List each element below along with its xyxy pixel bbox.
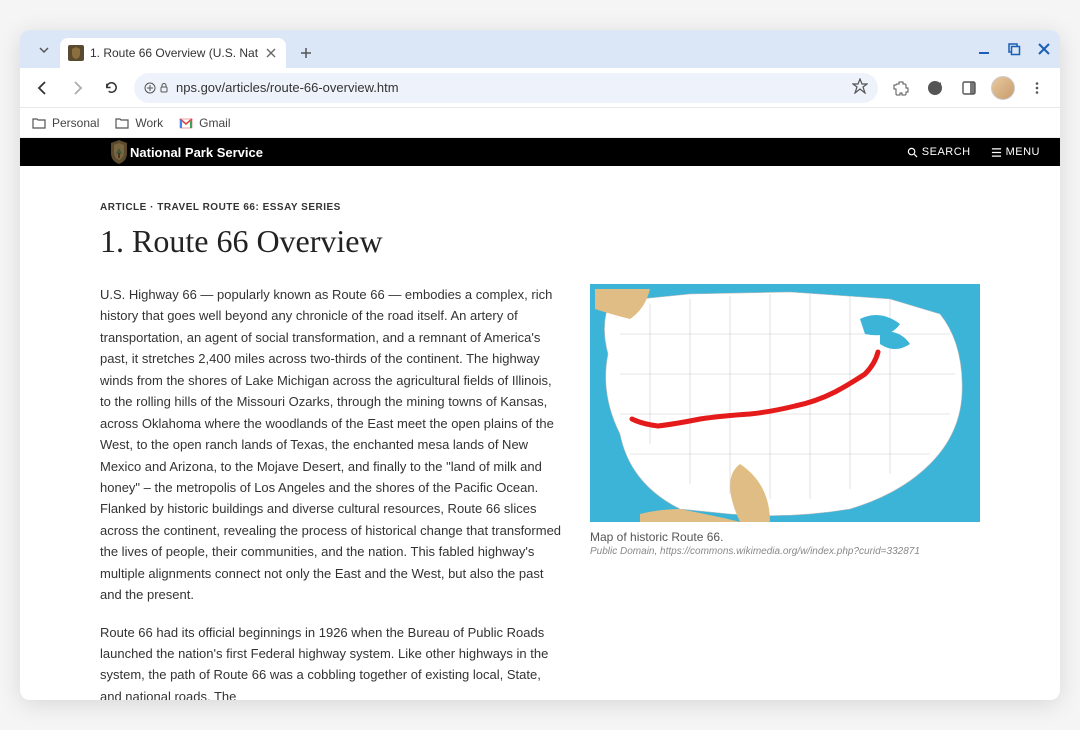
bookmark-folder-personal[interactable]: Personal [32,116,99,130]
nps-favicon [68,45,84,61]
map-credit: Public Domain, https://commons.wikimedia… [590,546,980,557]
hamburger-icon [991,147,1002,158]
tab-title: 1. Route 66 Overview (U.S. Nat [90,46,258,60]
bookmark-label: Gmail [199,116,230,130]
bookmark-folder-work[interactable]: Work [115,116,163,130]
page-title: 1. Route 66 Overview [100,223,980,260]
bookmarks-bar: Personal Work Gmail [20,108,1060,138]
google-icon[interactable]: G [920,73,950,103]
tab-search-dropdown[interactable] [32,38,56,62]
back-button[interactable] [28,73,58,103]
browser-window: 1. Route 66 Overview (U.S. Nat nps.gov/a… [20,30,1060,700]
page-viewport[interactable]: National Park Service SEARCH MENU ARTICL… [20,138,1060,700]
close-window-icon[interactable] [1036,41,1052,57]
sidepanel-icon[interactable] [954,73,984,103]
browser-toolbar: nps.gov/articles/route-66-overview.htm G [20,68,1060,108]
reload-button[interactable] [96,73,126,103]
nps-menu-button[interactable]: MENU [991,146,1040,158]
site-info-icon[interactable] [144,82,168,94]
address-bar[interactable]: nps.gov/articles/route-66-overview.htm [134,73,878,103]
bookmark-label: Personal [52,116,99,130]
kebab-menu-icon[interactable] [1022,73,1052,103]
nps-arrowhead-logo[interactable] [110,140,128,164]
search-label: SEARCH [922,146,971,158]
minimize-icon[interactable] [976,41,992,57]
bookmark-star-icon[interactable] [852,78,868,97]
forward-button[interactable] [62,73,92,103]
search-icon [907,147,918,158]
paragraph-1: U.S. Highway 66 — popularly known as Rou… [100,284,562,606]
tab-strip: 1. Route 66 Overview (U.S. Nat [20,30,1060,68]
route66-map-image [590,284,980,522]
url-text: nps.gov/articles/route-66-overview.htm [176,80,844,95]
profile-avatar[interactable] [988,73,1018,103]
folder-icon [115,116,129,130]
close-tab-icon[interactable] [264,46,278,60]
extensions-icon[interactable] [886,73,916,103]
map-caption: Map of historic Route 66. [590,530,980,544]
menu-label: MENU [1006,146,1040,158]
svg-text:G: G [931,83,940,95]
active-tab[interactable]: 1. Route 66 Overview (U.S. Nat [60,38,286,68]
paragraph-2a: Route 66 had its official beginnings in … [100,622,562,700]
new-tab-button[interactable] [292,39,320,67]
folder-icon [32,116,46,130]
bookmark-gmail[interactable]: Gmail [179,116,230,130]
nps-search-button[interactable]: SEARCH [907,146,971,158]
bookmark-label: Work [135,116,163,130]
nps-header-bar: National Park Service SEARCH MENU [20,138,1060,166]
article-body-left: U.S. Highway 66 — popularly known as Rou… [100,284,562,700]
window-controls [976,30,1052,68]
breadcrumb: ARTICLE · TRAVEL ROUTE 66: ESSAY SERIES [100,202,980,213]
maximize-icon[interactable] [1006,41,1022,57]
avatar [991,76,1015,100]
article-sidebar-right: Map of historic Route 66. Public Domain,… [590,284,980,557]
nps-brand-text[interactable]: National Park Service [130,145,263,160]
gmail-icon [179,116,193,130]
article-content: ARTICLE · TRAVEL ROUTE 66: ESSAY SERIES … [20,166,1060,700]
